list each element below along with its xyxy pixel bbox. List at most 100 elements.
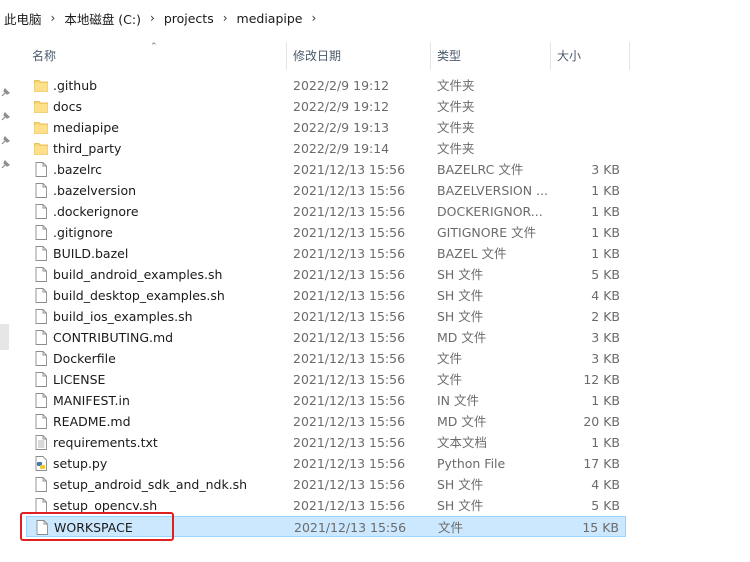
file-date: 2022/2/9 19:12 — [293, 99, 390, 114]
file-size: 20 KB — [583, 414, 620, 429]
file-size: 1 KB — [591, 183, 620, 198]
column-date[interactable]: 修改日期 — [287, 40, 430, 72]
file-row[interactable]: CONTRIBUTING.md 2021/12/13 15:56 MD 文件 3 KB — [26, 327, 626, 348]
file-size: 12 KB — [583, 372, 620, 387]
file-icon — [34, 393, 48, 408]
breadcrumb-mediapipe[interactable]: mediapipe — [237, 11, 303, 26]
file-date: 2021/12/13 15:56 — [293, 435, 406, 450]
file-date: 2021/12/13 15:56 — [293, 414, 406, 429]
file-type: BAZEL 文件 — [437, 246, 507, 261]
folder-icon — [34, 78, 48, 93]
file-icon — [34, 267, 48, 282]
file-size: 3 KB — [591, 351, 620, 366]
file-row[interactable]: build_ios_examples.sh 2021/12/13 15:56 SH … — [26, 306, 626, 327]
breadcrumb-projects[interactable]: projects — [164, 11, 214, 26]
chevron-right-icon[interactable]: › — [312, 11, 317, 25]
file-type: BAZELVERSION ... — [437, 183, 549, 198]
file-date: 2021/12/13 15:56 — [293, 351, 406, 366]
file-name: .github — [53, 78, 98, 93]
column-divider[interactable] — [629, 42, 630, 70]
file-type: 文件 — [437, 351, 463, 366]
nav-scrollbar[interactable] — [0, 324, 9, 350]
file-icon — [34, 162, 48, 177]
column-type[interactable]: 类型 — [431, 40, 550, 72]
file-row[interactable]: mediapipe 2022/2/9 19:13 文件夹 — [26, 117, 626, 138]
file-size: 3 KB — [591, 162, 620, 177]
text-file-icon — [34, 435, 48, 450]
file-row[interactable]: .dockerignore 2021/12/13 15:56 DOCKERIGNOR… — [26, 201, 626, 222]
folder-icon — [34, 99, 48, 114]
file-row[interactable]: setup.py 2021/12/13 15:56 Python File 17 KB — [26, 453, 626, 474]
file-row[interactable]: build_desktop_examples.sh 2021/12/13 15:5… — [26, 285, 626, 306]
file-name: BUILD.bazel — [53, 246, 129, 261]
file-type: BAZELRC 文件 — [437, 162, 524, 177]
file-date: 2021/12/13 15:56 — [293, 498, 406, 513]
file-icon — [34, 204, 48, 219]
column-size[interactable]: 大小 — [551, 40, 629, 72]
file-date: 2021/12/13 15:56 — [293, 267, 406, 282]
file-type: 文件夹 — [437, 141, 475, 156]
chevron-right-icon[interactable]: › — [51, 11, 56, 25]
file-date: 2021/12/13 15:56 — [293, 162, 406, 177]
file-name: setup.py — [53, 456, 108, 471]
file-row[interactable]: .bazelrc 2021/12/13 15:56 BAZELRC 文件 3 KB — [26, 159, 626, 180]
file-row[interactable]: BUILD.bazel 2021/12/13 15:56 BAZEL 文件 1 KB — [26, 243, 626, 264]
file-row[interactable]: .gitignore 2021/12/13 15:56 GITIGNORE 文件 1 … — [26, 222, 626, 243]
file-size: 1 KB — [591, 435, 620, 450]
file-name: setup_android_sdk_and_ndk.sh — [53, 477, 248, 492]
file-date: 2021/12/13 15:56 — [293, 225, 406, 240]
file-row[interactable]: third_party 2022/2/9 19:14 文件夹 — [26, 138, 626, 159]
file-name: .gitignore — [53, 225, 113, 240]
file-row[interactable]: .github 2022/2/9 19:12 文件夹 — [26, 75, 626, 96]
file-row[interactable]: README.md 2021/12/13 15:56 MD 文件 20 KB — [26, 411, 626, 432]
file-row[interactable]: Dockerfile 2021/12/13 15:56 文件 3 KB — [26, 348, 626, 369]
breadcrumb-local-disk[interactable]: 本地磁盘 (C:) — [64, 9, 141, 28]
breadcrumb-this-pc[interactable]: 此电脑 — [4, 9, 42, 28]
chevron-right-icon[interactable]: › — [223, 11, 228, 25]
file-date: 2021/12/13 15:56 — [294, 520, 407, 535]
file-date: 2022/2/9 19:14 — [293, 141, 390, 156]
file-type: SH 文件 — [437, 309, 484, 324]
file-date: 2021/12/13 15:56 — [293, 330, 406, 345]
chevron-right-icon[interactable]: › — [150, 11, 155, 25]
file-size: 15 KB — [582, 520, 619, 535]
file-size: 4 KB — [591, 288, 620, 303]
pin-icon[interactable] — [0, 136, 10, 146]
file-type: MD 文件 — [437, 330, 487, 345]
file-icon — [34, 498, 48, 513]
file-name: .dockerignore — [53, 204, 139, 219]
column-header: 名称 修改日期 类型 大小 — [26, 40, 630, 72]
file-row[interactable]: docs 2022/2/9 19:12 文件夹 — [26, 96, 626, 117]
file-icon — [34, 414, 48, 429]
file-date: 2021/12/13 15:56 — [293, 372, 406, 387]
file-type: Python File — [437, 456, 506, 471]
pin-icon[interactable] — [0, 112, 10, 122]
file-row[interactable]: MANIFEST.in 2021/12/13 15:56 IN 文件 1 KB — [26, 390, 626, 411]
file-row[interactable]: build_android_examples.sh 2021/12/13 15:5… — [26, 264, 626, 285]
pin-icon[interactable] — [0, 160, 10, 170]
file-size: 5 KB — [591, 267, 620, 282]
file-date: 2021/12/13 15:56 — [293, 204, 406, 219]
navigation-pane — [0, 36, 14, 562]
breadcrumb: 此电脑 › 本地磁盘 (C:) › projects › mediapipe › — [0, 0, 750, 36]
pin-icon[interactable] — [0, 88, 10, 98]
file-size: 4 KB — [591, 477, 620, 492]
file-date: 2022/2/9 19:12 — [293, 78, 390, 93]
file-type: 文件 — [437, 372, 463, 387]
file-row[interactable]: setup_android_sdk_and_ndk.sh 2021/12/13 1… — [26, 474, 626, 495]
file-type: 文件夹 — [437, 78, 475, 93]
file-row[interactable]: .bazelversion 2021/12/13 15:56 BAZELVERSIO… — [26, 180, 626, 201]
file-row[interactable]: LICENSE 2021/12/13 15:56 文件 12 KB — [26, 369, 626, 390]
column-name[interactable]: 名称 — [26, 40, 286, 72]
file-name: build_ios_examples.sh — [53, 309, 193, 324]
file-row[interactable]: requirements.txt 2021/12/13 15:56 文本文档 1 KB — [26, 432, 626, 453]
file-name: build_android_examples.sh — [53, 267, 223, 282]
file-icon — [34, 246, 48, 261]
file-name: requirements.txt — [53, 435, 158, 450]
file-name: docs — [53, 99, 82, 114]
file-name: Dockerfile — [53, 351, 116, 366]
file-date: 2021/12/13 15:56 — [293, 456, 406, 471]
file-size: 1 KB — [591, 393, 620, 408]
file-type: 文件 — [438, 520, 464, 535]
python-file-icon — [34, 456, 48, 471]
